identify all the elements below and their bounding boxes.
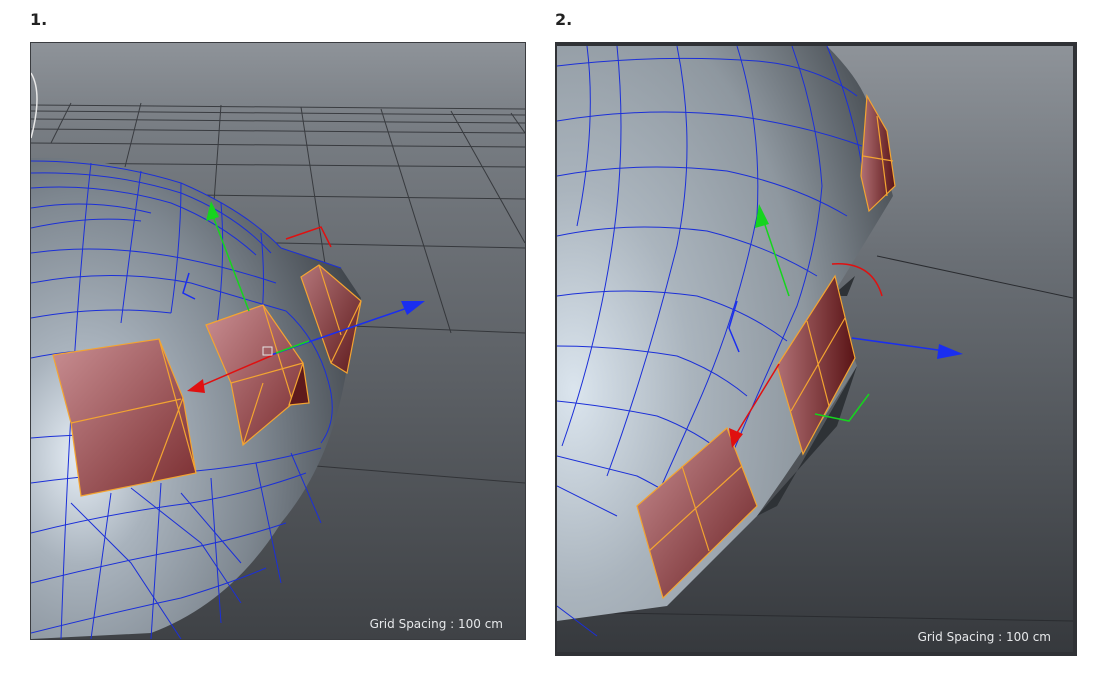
viewport-1-scene[interactable] — [31, 43, 525, 639]
viewport-2-scene[interactable] — [557, 46, 1073, 652]
step-2-label: 2. — [555, 10, 573, 29]
viewport-1[interactable]: Grid Spacing : 100 cm — [30, 42, 526, 640]
grid-spacing-readout: Grid Spacing : 100 cm — [917, 630, 1051, 644]
viewport-2[interactable]: Grid Spacing : 100 cm — [555, 42, 1077, 656]
grid-spacing-readout: Grid Spacing : 100 cm — [369, 617, 503, 631]
step-1-label: 1. — [30, 10, 48, 29]
